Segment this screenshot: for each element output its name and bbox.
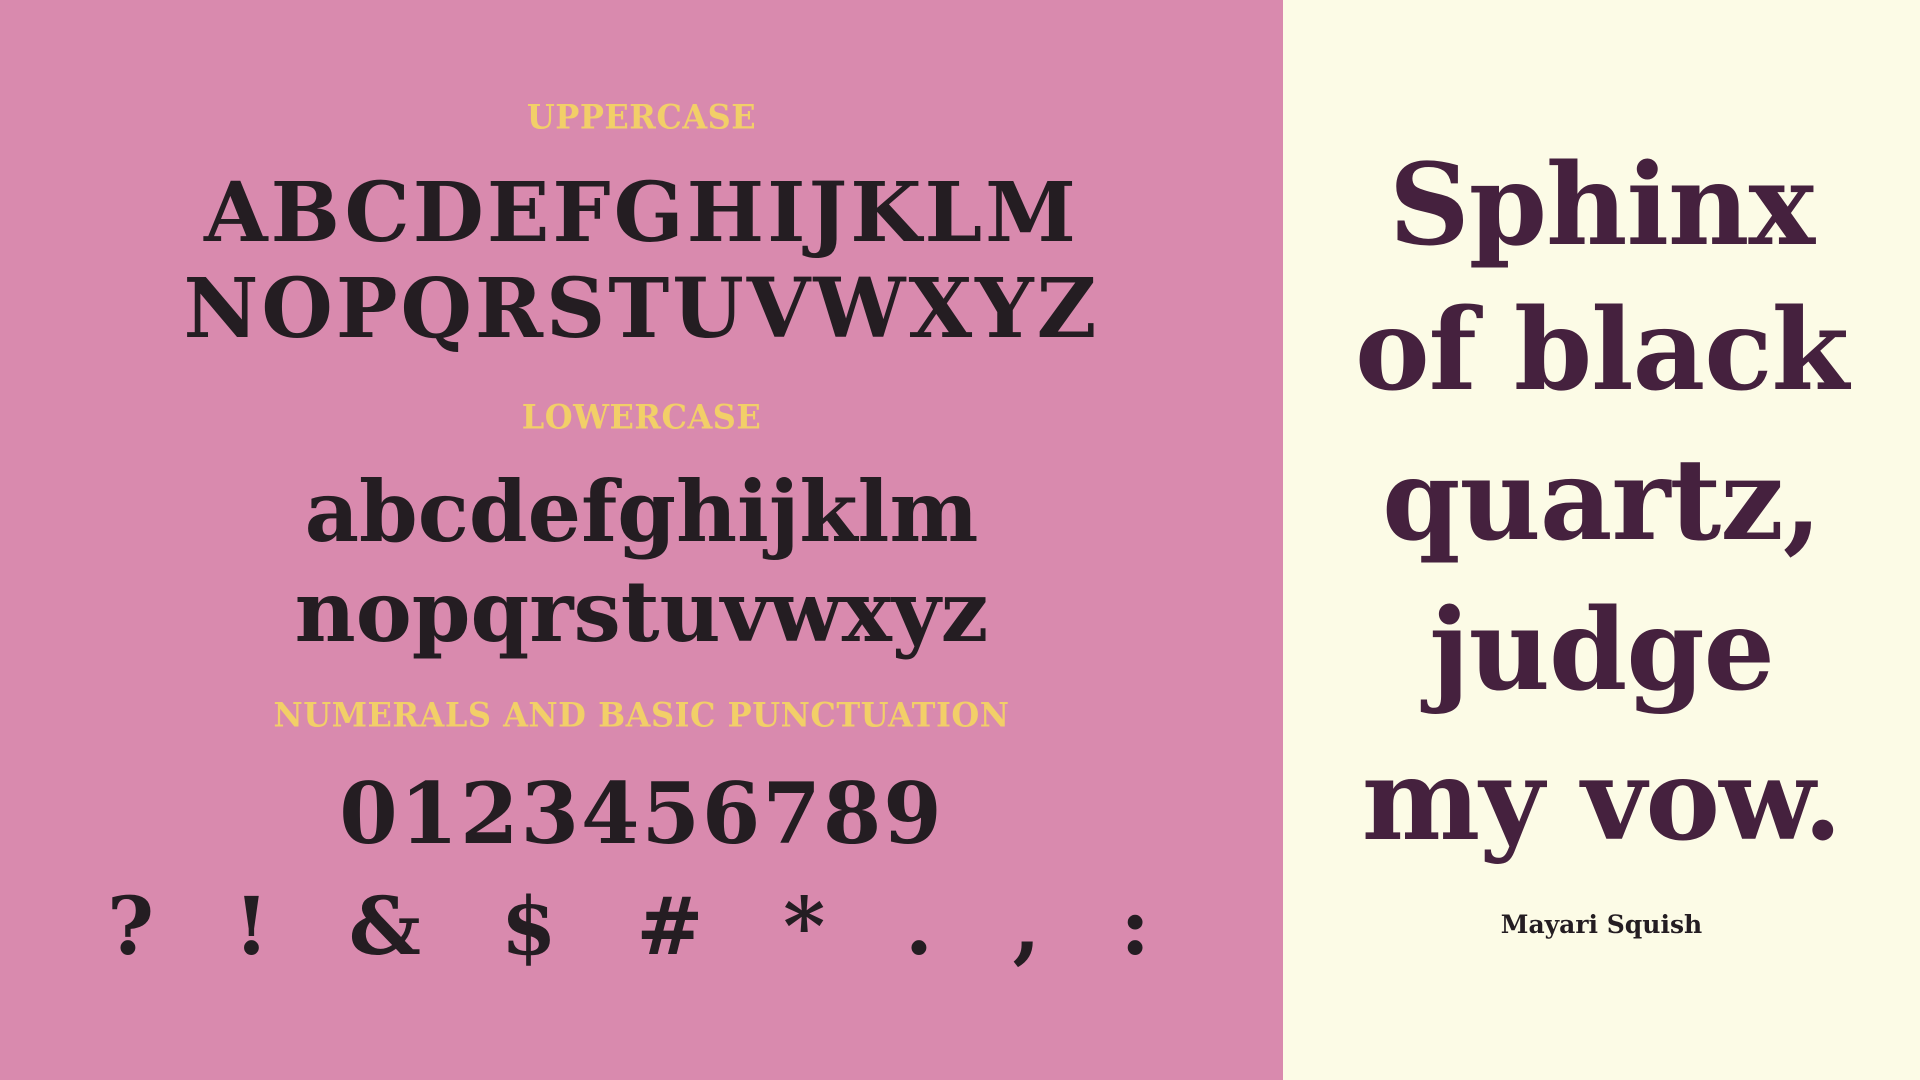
- pangram-line-1: Sphinx: [1388, 140, 1815, 271]
- pangram-line-3: quartz,: [1382, 435, 1822, 566]
- pangram-line-2: of black: [1354, 285, 1849, 416]
- punctuation-row: ? ! & $ # * . , :: [107, 879, 1176, 973]
- lowercase-row-2: nopqrstuvwxyz: [294, 562, 989, 661]
- numerals-row: 0123456789: [339, 764, 944, 863]
- numerals-label: NUMERALS AND BASIC PUNCTUATION: [273, 695, 1010, 735]
- pangram-line-5: my vow.: [1361, 735, 1843, 866]
- uppercase-row-2: NOPQRSTUVWXYZ: [183, 261, 1100, 357]
- font-name-caption: Mayari Squish: [1500, 910, 1703, 939]
- lowercase-row-1: abcdefghijklm: [304, 462, 979, 561]
- uppercase-row-1: ABCDEFGHIJKLM: [204, 165, 1079, 261]
- uppercase-label: UPPERCASE: [526, 97, 757, 137]
- pangram-line-4: judge: [1429, 585, 1775, 716]
- lowercase-label: LOWERCASE: [521, 397, 762, 437]
